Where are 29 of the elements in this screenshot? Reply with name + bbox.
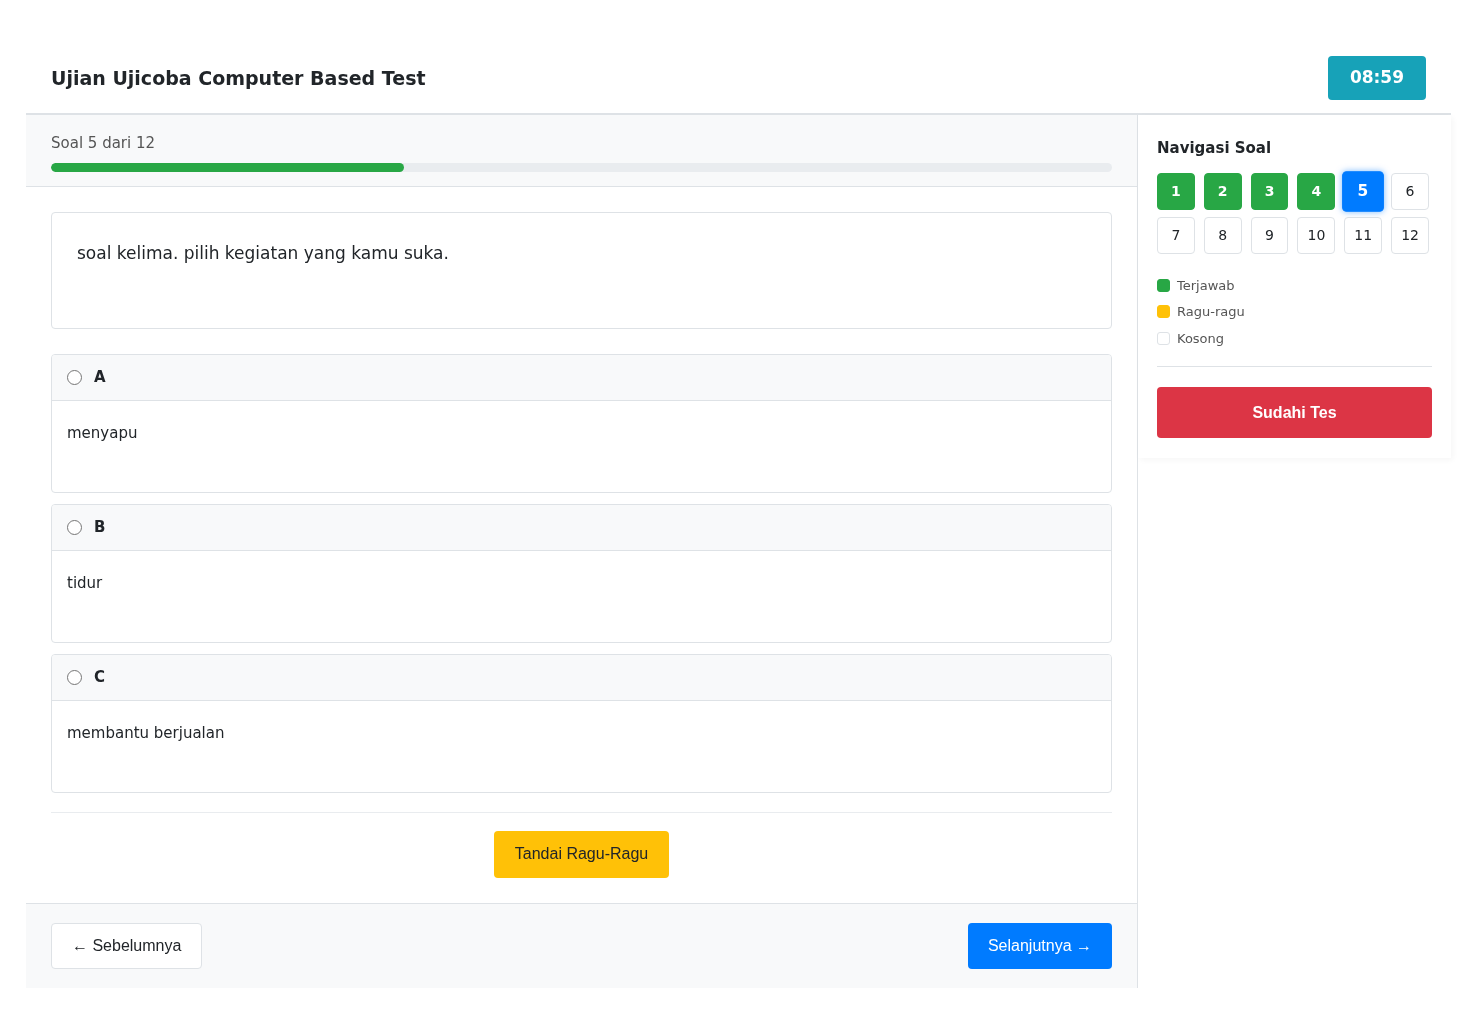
radio-button[interactable] <box>67 369 82 385</box>
question-number-button[interactable]: 8 <box>1203 216 1242 254</box>
exam-title: Ujian Ujicoba Computer Based Test <box>51 65 426 91</box>
previous-button[interactable]: ← Sebelumnya <box>51 922 203 969</box>
option-letter: C <box>94 666 105 688</box>
navigation-title: Navigasi Soal <box>1157 138 1273 159</box>
finish-test-button[interactable]: Sudahi Tes <box>1157 387 1432 438</box>
option-letter: A <box>94 366 106 388</box>
option-text: membantu berjualan <box>67 723 225 742</box>
progress-label: Soal 5 dari 12 <box>51 133 157 154</box>
option-text: menyapu <box>67 423 138 442</box>
question-number-button[interactable]: 7 <box>1157 216 1195 254</box>
legend-label: Terjawab <box>1177 276 1235 295</box>
timer-badge: 08:59 <box>1327 56 1426 100</box>
question-number-button[interactable]: 11 <box>1344 216 1383 254</box>
radio-button[interactable] <box>67 669 82 685</box>
mark-doubt-button[interactable]: Tandai Ragu-Ragu <box>493 830 670 878</box>
legend-label: Ragu-ragu <box>1177 303 1245 321</box>
legend-label: Kosong <box>1177 329 1225 348</box>
radio-button[interactable] <box>67 519 82 535</box>
question-number-button[interactable]: 5 <box>1342 170 1385 212</box>
question-number-button[interactable]: 6 <box>1391 172 1429 210</box>
option-letter: B <box>94 516 106 538</box>
question-text: soal kelima. pilih kegiatan yang kamu suka. <box>77 241 450 265</box>
question-number-button[interactable]: 9 <box>1250 216 1289 254</box>
option-text: tidur <box>67 573 103 592</box>
next-button[interactable]: Selanjutnya → <box>967 922 1112 969</box>
question-number-button[interactable]: 10 <box>1297 216 1336 254</box>
question-number-button[interactable]: 12 <box>1391 216 1429 254</box>
